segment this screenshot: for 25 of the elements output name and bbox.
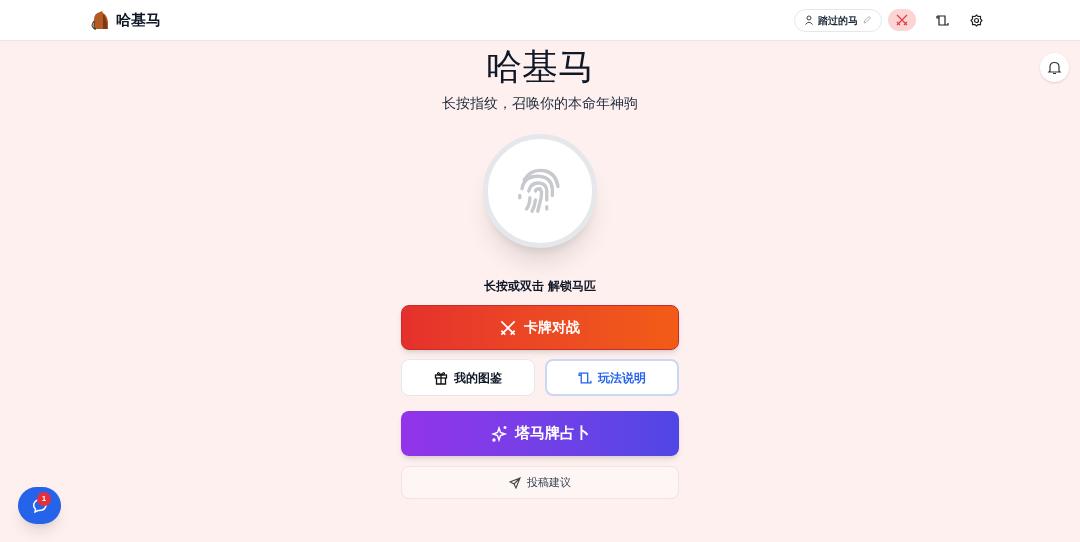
send-icon (509, 476, 521, 489)
collection-button[interactable]: 我的图鉴 (401, 359, 535, 396)
swords-icon (500, 319, 516, 336)
pencil-icon (862, 15, 872, 25)
user-icon (804, 15, 814, 25)
brand-name: 哈基马 (116, 9, 161, 30)
swords-button[interactable] (888, 9, 916, 31)
subtitle: 长按指纹，召唤你的本命年神驹 (442, 94, 638, 113)
notification-badge: 1 (37, 492, 51, 506)
notification-button[interactable] (1040, 53, 1069, 82)
settings-icon (969, 13, 983, 27)
tarot-button[interactable]: 塔马牌占卜 (401, 411, 679, 456)
feedback-button[interactable]: 投稿建议 (401, 466, 679, 499)
rules-button[interactable]: 玩法说明 (545, 359, 679, 396)
swords-icon (896, 14, 908, 26)
scroll-icon (935, 13, 949, 27)
chat-button[interactable]: 1 (18, 487, 61, 524)
battle-button[interactable]: 卡牌对战 (401, 305, 679, 350)
bell-icon (1047, 60, 1062, 75)
scroll-icon (578, 370, 592, 385)
unlock-hint: 长按或双击 解锁马匹 (484, 278, 596, 295)
user-name-button[interactable]: 踏过的马 (794, 8, 882, 32)
page-title: 哈基马 (486, 45, 594, 89)
gift-icon (434, 370, 448, 385)
sparkles-icon (490, 424, 509, 443)
